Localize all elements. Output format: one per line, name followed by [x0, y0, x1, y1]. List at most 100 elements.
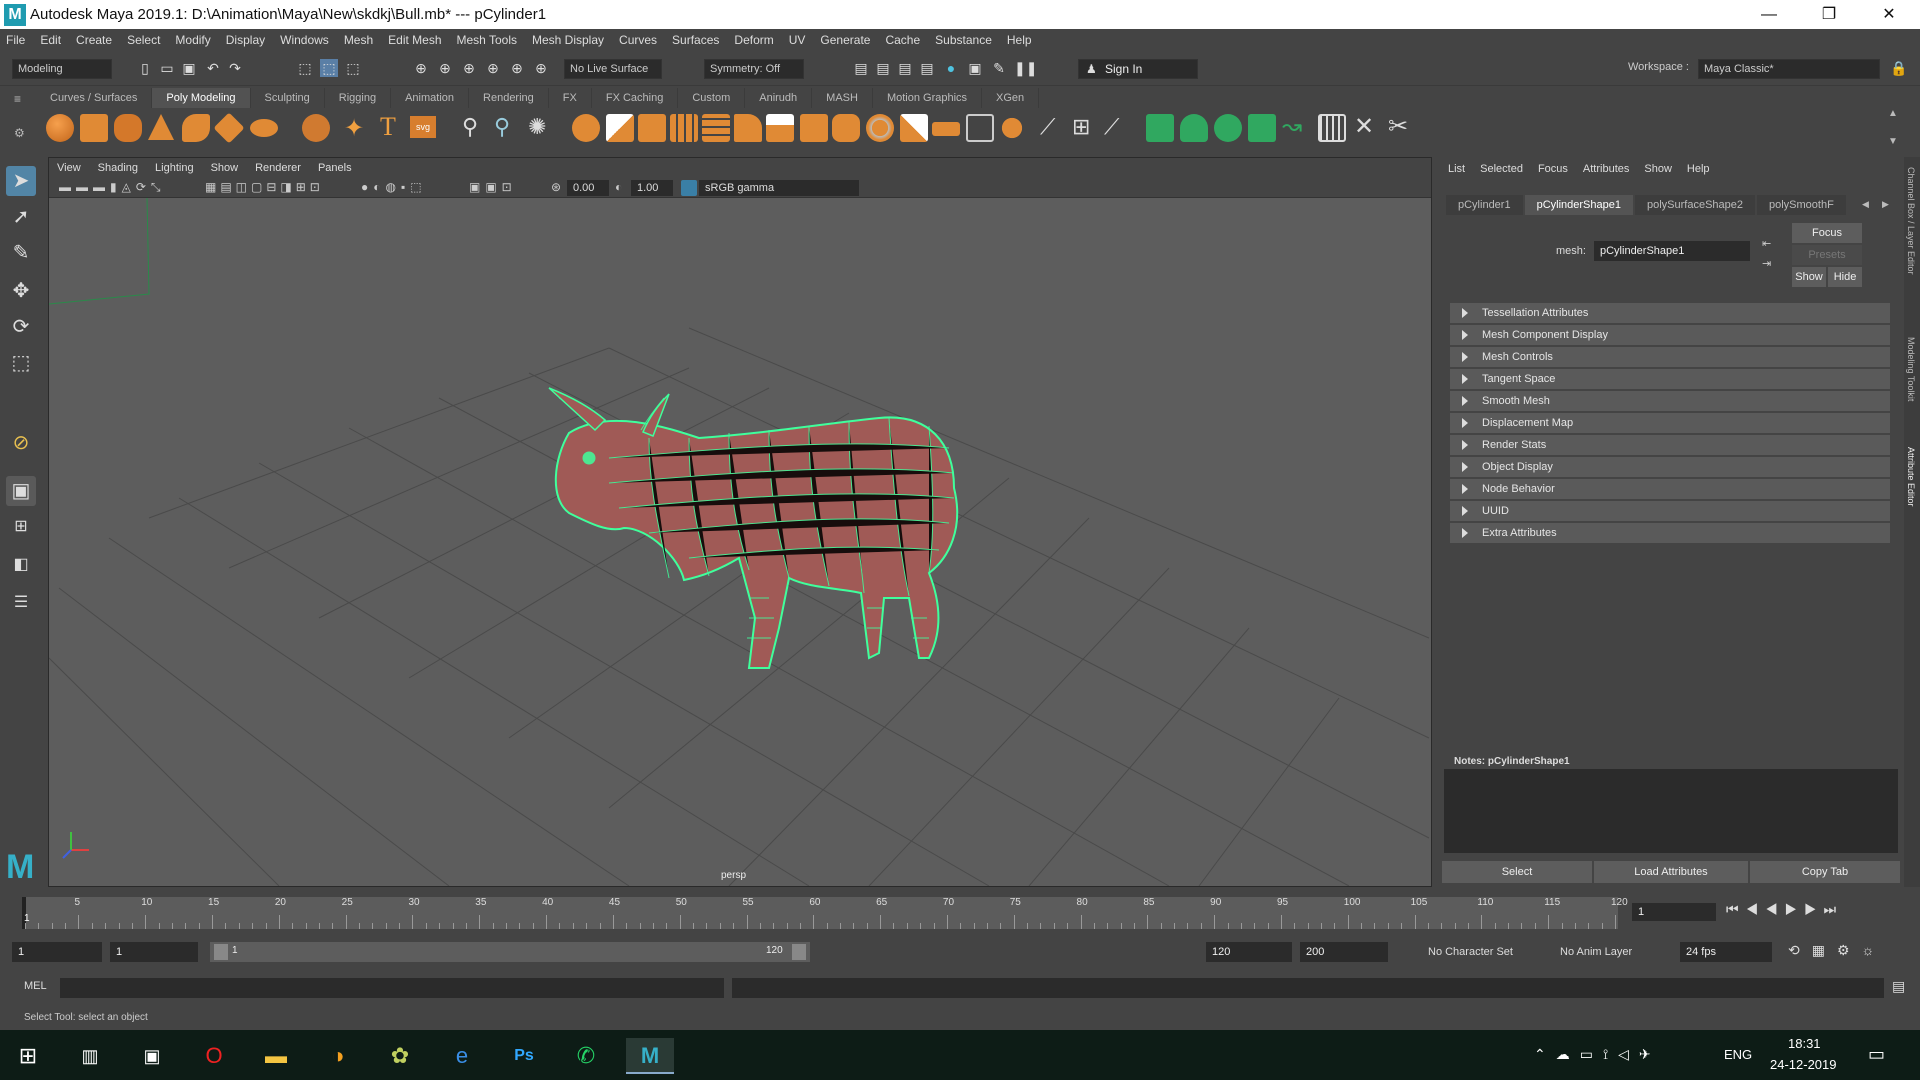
menu-mesh-display[interactable]: Mesh Display	[532, 33, 604, 47]
uv-cylindrical-icon[interactable]	[1180, 114, 1208, 142]
ae-icon-2[interactable]: ⇥	[1762, 257, 1771, 270]
cut-uv-icon[interactable]: ✕	[1354, 112, 1374, 141]
snap-surface-icon[interactable]: ⊕	[508, 59, 526, 77]
menu-edit[interactable]: Edit	[40, 33, 61, 47]
sew-uv-icon[interactable]: ✂	[1388, 112, 1408, 141]
section-smooth-mesh[interactable]: Smooth Mesh	[1450, 391, 1890, 411]
fill-hole-icon[interactable]	[932, 122, 960, 136]
loop-and-prefs-icons[interactable]: ⟲▦⚙☼	[1788, 942, 1886, 959]
task-view-icon[interactable]: ▥	[70, 1038, 110, 1074]
single-perspective-layout-icon[interactable]: ▣	[6, 476, 36, 506]
section-mesh-controls[interactable]: Mesh Controls	[1450, 347, 1890, 367]
script-editor-icon[interactable]: ▤	[1892, 978, 1905, 995]
ae-tab-left-arrow-icon[interactable]: ◀	[1862, 199, 1869, 210]
type-tool-icon[interactable]: T	[380, 112, 396, 142]
isolate-icons[interactable]: ▣▣⊡	[469, 180, 517, 194]
attribute-editor-tab[interactable]: Attribute Editor	[1906, 447, 1916, 507]
lighting-icons[interactable]: ●◐◍▪⬚	[361, 180, 427, 194]
render-frame-icon[interactable]: ▤	[874, 59, 892, 77]
range-start-handle[interactable]	[214, 944, 228, 960]
outliner-icon[interactable]: ☰	[6, 588, 36, 618]
shelf-tab-motion-graphics[interactable]: Motion Graphics	[873, 88, 983, 108]
whatsapp-icon[interactable]: ✆	[566, 1038, 606, 1074]
four-view-layout-icon[interactable]: ⊞	[6, 512, 36, 542]
select-hierarchy-icon[interactable]: ⬚	[296, 59, 314, 77]
shelf-tab-xgen[interactable]: XGen	[982, 88, 1040, 108]
move-tool-icon[interactable]: ✥	[6, 276, 36, 306]
hypershade-icon[interactable]: ●	[942, 59, 960, 77]
modeling-toolkit-tab[interactable]: Modeling Toolkit	[1906, 337, 1916, 401]
vp-menu-view[interactable]: View	[57, 162, 81, 174]
playback-controls-icon[interactable]: ⏮◀◀▶▶⏭	[1726, 901, 1843, 918]
combine-icon[interactable]	[572, 114, 600, 142]
shelf-tab-custom[interactable]: Custom	[678, 88, 746, 108]
menu-mesh[interactable]: Mesh	[344, 33, 373, 47]
menu-generate[interactable]: Generate	[820, 33, 870, 47]
select-object-icon[interactable]: ⬚	[320, 59, 338, 77]
workspace-dropdown[interactable]: Maya Classic*	[1698, 59, 1880, 79]
slide-edge-icon[interactable]: ⟋	[1104, 114, 1119, 140]
shelf-scroll-down-icon[interactable]: ▼	[1888, 136, 1898, 147]
windows-start-icon[interactable]: ⊞	[8, 1038, 48, 1074]
maximize-button[interactable]: ❐	[1800, 0, 1858, 29]
menu-display[interactable]: Display	[226, 33, 265, 47]
poly-sphere-icon[interactable]	[46, 114, 74, 142]
extrude-icon[interactable]	[800, 114, 828, 142]
range-end-handle[interactable]	[792, 944, 806, 960]
vp-menu-renderer[interactable]: Renderer	[255, 162, 301, 174]
bevel-icon[interactable]	[832, 114, 860, 142]
menu-create[interactable]: Create	[76, 33, 112, 47]
poly-torus-icon[interactable]	[182, 114, 210, 142]
poly-cylinder-icon[interactable]	[114, 114, 142, 142]
select-tool-icon[interactable]: ➤	[6, 166, 36, 196]
poly-cone-icon[interactable]	[148, 114, 174, 140]
reduce-icon[interactable]	[702, 114, 730, 142]
uv-layout-icon[interactable]	[1318, 114, 1346, 142]
scale-tool-icon[interactable]: ⬚	[6, 348, 36, 378]
quad-draw-icon[interactable]	[998, 114, 1026, 142]
display-mode-icons[interactable]: ▦▤◫▢⊟◨⊞⊡	[205, 180, 324, 194]
vp-menu-show[interactable]: Show	[211, 162, 239, 174]
shelf-settings-icon[interactable]: ⚙	[14, 126, 25, 140]
menu-substance[interactable]: Substance	[935, 33, 992, 47]
symmetry-dropdown[interactable]: Symmetry: Off	[704, 59, 804, 79]
svg-tool-icon[interactable]: svg	[410, 116, 436, 138]
menu-cache[interactable]: Cache	[885, 33, 920, 47]
bridge-icon[interactable]	[766, 114, 794, 142]
menu-deform[interactable]: Deform	[734, 33, 773, 47]
ae-menu-selected[interactable]: Selected	[1480, 163, 1523, 175]
gamma-field[interactable]: 1.00	[631, 180, 673, 196]
command-input[interactable]	[60, 978, 724, 998]
shelf-tab-anirudh[interactable]: Anirudh	[745, 88, 813, 108]
ae-menu-list[interactable]: List	[1448, 163, 1465, 175]
vp-menu-panels[interactable]: Panels	[318, 162, 352, 174]
clock-date[interactable]: 24-12-2019	[1770, 1057, 1837, 1072]
viewport-panel[interactable]: View Shading Lighting Show Renderer Pane…	[48, 157, 1432, 887]
section-object-display[interactable]: Object Display	[1450, 457, 1890, 477]
focus-button[interactable]: Focus	[1792, 223, 1862, 243]
copy-tab-button[interactable]: Copy Tab	[1750, 861, 1900, 883]
shelf-tab-fx[interactable]: FX	[549, 88, 592, 108]
pause-viewport-icon[interactable]: ❚❚	[1014, 59, 1037, 77]
lasso-tool-icon[interactable]: ➚	[6, 202, 36, 232]
show-button[interactable]: Show	[1792, 267, 1826, 287]
app-icon-2[interactable]: ◑	[318, 1038, 358, 1074]
fps-dropdown[interactable]: 24 fps	[1680, 942, 1772, 962]
menu-surfaces[interactable]: Surfaces	[672, 33, 719, 47]
target-weld-icon[interactable]: ⟋	[1040, 114, 1055, 140]
section-extra-attributes[interactable]: Extra Attributes	[1450, 523, 1890, 543]
menu-edit-mesh[interactable]: Edit Mesh	[388, 33, 441, 47]
multi-cut-icon[interactable]	[866, 114, 894, 142]
mesh-name-field[interactable]: pCylinderShape1	[1594, 241, 1750, 261]
vp-menu-shading[interactable]: Shading	[98, 162, 138, 174]
boolean-icon[interactable]	[966, 114, 994, 142]
shelf-scroll-up-icon[interactable]: ▲	[1888, 108, 1898, 119]
poly-disc-icon[interactable]	[250, 119, 278, 137]
uv-unfold-icon[interactable]: ↝	[1282, 112, 1302, 141]
presets-button[interactable]: Presets	[1792, 245, 1862, 265]
uv-planar-icon[interactable]	[1146, 114, 1174, 142]
ae-menu-show[interactable]: Show	[1644, 163, 1672, 175]
scene-canvas[interactable]	[49, 198, 1431, 886]
select-button[interactable]: Select	[1442, 861, 1592, 883]
snap-point-icon[interactable]: ⊕	[460, 59, 478, 77]
